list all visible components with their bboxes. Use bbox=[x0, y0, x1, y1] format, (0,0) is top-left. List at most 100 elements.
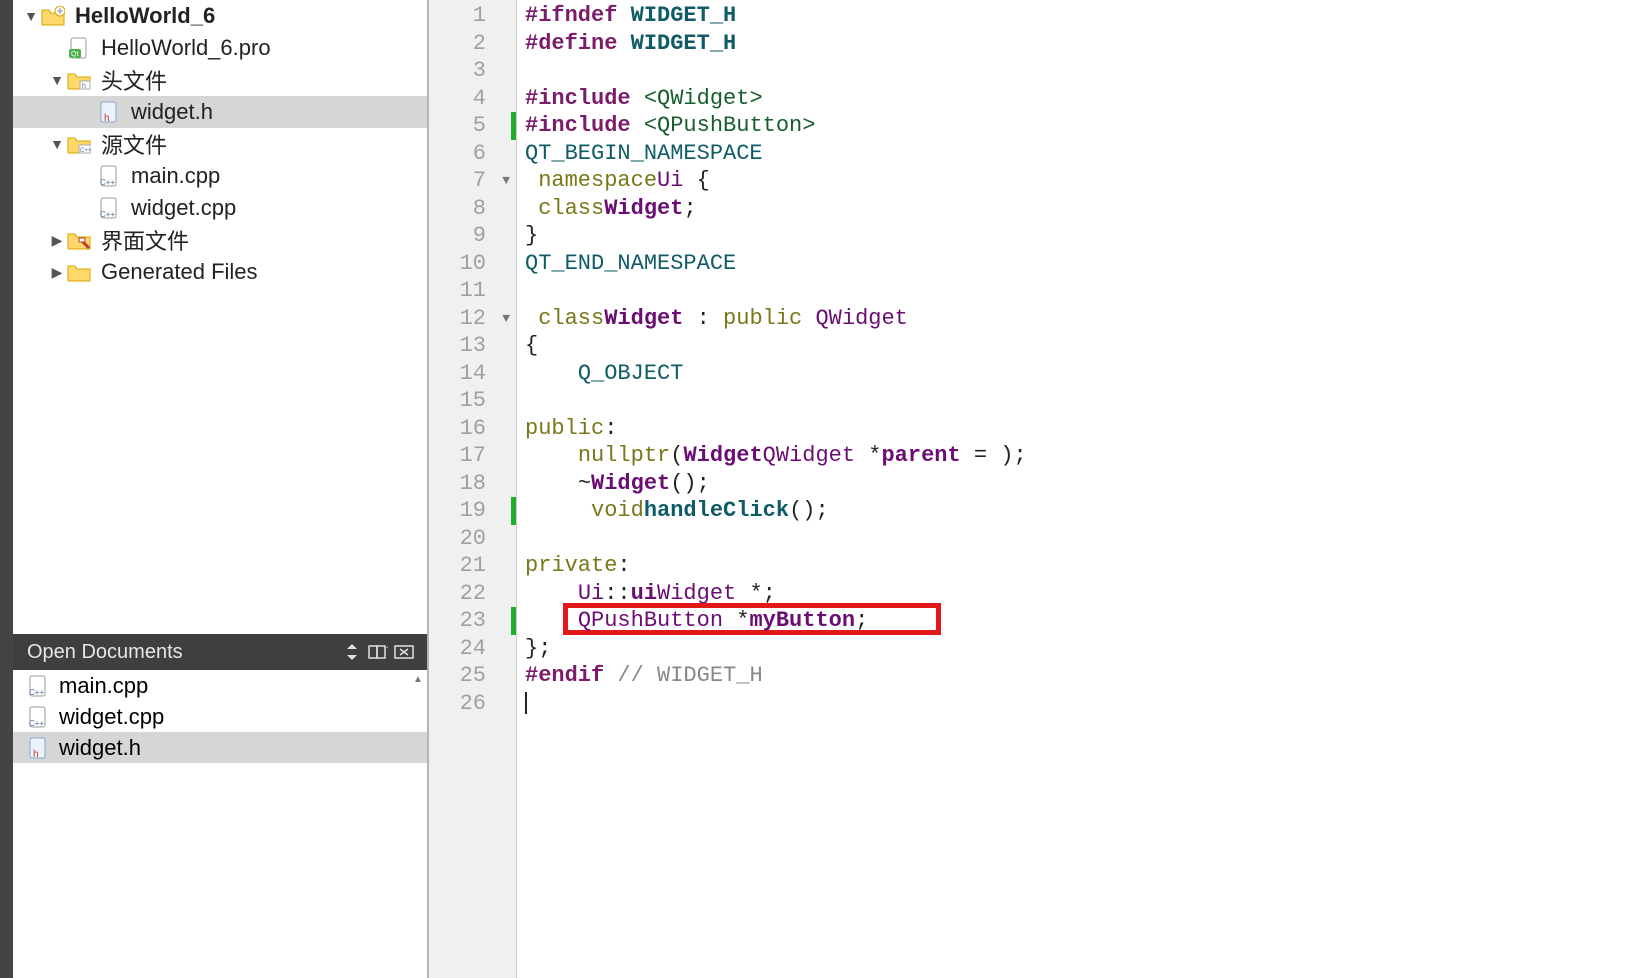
scroll-up-icon[interactable]: ▲ bbox=[409, 670, 427, 688]
code-line[interactable]: nullptr(WidgetQWidget *parent = ); bbox=[525, 442, 1637, 470]
open-doc-item[interactable]: h widget.h bbox=[13, 732, 427, 763]
code-line[interactable] bbox=[525, 525, 1637, 553]
line-number[interactable]: 11 bbox=[429, 277, 516, 305]
widget-cpp-label: widget.cpp bbox=[131, 195, 236, 221]
tree-widget-cpp[interactable]: C++ widget.cpp bbox=[13, 192, 427, 224]
code-line[interactable] bbox=[525, 277, 1637, 305]
code-line[interactable]: classWidget : public QWidget bbox=[525, 305, 1637, 333]
line-number[interactable]: 26 bbox=[429, 690, 516, 718]
code-line[interactable]: #include <QPushButton> bbox=[525, 112, 1637, 140]
svg-text:C++: C++ bbox=[100, 210, 115, 219]
tree-forms-folder[interactable]: ▶ 界面文件 bbox=[13, 224, 427, 256]
line-number[interactable]: 22 bbox=[429, 580, 516, 608]
tree-sources-folder[interactable]: ▼ C++ 源文件 bbox=[13, 128, 427, 160]
code-line[interactable] bbox=[525, 690, 1637, 718]
folder-icon: C++ bbox=[67, 133, 91, 155]
tree-pro-file[interactable]: Qt HelloWorld_6.pro bbox=[13, 32, 427, 64]
code-line[interactable]: Ui::uiWidget *; bbox=[525, 580, 1637, 608]
code-line[interactable] bbox=[525, 387, 1637, 415]
code-line[interactable] bbox=[525, 57, 1637, 85]
h-file-icon: h bbox=[97, 101, 121, 123]
tree-root[interactable]: ▼ HelloWorld_6 bbox=[13, 0, 427, 32]
line-gutter[interactable]: 1234567▼89101112▼13141516171819202122232… bbox=[429, 0, 517, 978]
line-number[interactable]: 17 bbox=[429, 442, 516, 470]
chevron-down-icon[interactable]: ▼ bbox=[47, 136, 67, 152]
svg-text:h: h bbox=[104, 113, 110, 123]
code-line[interactable]: private: bbox=[525, 552, 1637, 580]
code-line[interactable]: #endif // WIDGET_H bbox=[525, 662, 1637, 690]
line-number[interactable]: 18 bbox=[429, 470, 516, 498]
line-number[interactable]: 14 bbox=[429, 360, 516, 388]
code-line[interactable]: #include <QWidget> bbox=[525, 85, 1637, 113]
close-panel-icon[interactable] bbox=[391, 640, 417, 664]
line-number[interactable]: 13 bbox=[429, 332, 516, 360]
code-line[interactable]: }; bbox=[525, 635, 1637, 663]
project-tree[interactable]: ▼ HelloWorld_6 Qt HelloWorld_6.pro ▼ h 头… bbox=[13, 0, 427, 634]
line-number[interactable]: 19 bbox=[429, 497, 516, 525]
svg-text:+: + bbox=[386, 644, 388, 654]
chevron-right-icon[interactable]: ▶ bbox=[47, 232, 67, 249]
open-documents-list[interactable]: C++ main.cpp C++ widget.cpp h widget.h ▲ bbox=[13, 670, 427, 978]
line-number[interactable]: 15 bbox=[429, 387, 516, 415]
code-line[interactable]: } bbox=[525, 222, 1637, 250]
line-number[interactable]: 24 bbox=[429, 635, 516, 663]
chevron-down-icon[interactable]: ▼ bbox=[47, 72, 67, 88]
line-number[interactable]: 21 bbox=[429, 552, 516, 580]
text-cursor bbox=[525, 692, 527, 714]
sidebar: ▼ HelloWorld_6 Qt HelloWorld_6.pro ▼ h 头… bbox=[13, 0, 429, 978]
fold-caret-icon[interactable]: ▼ bbox=[502, 305, 510, 333]
pro-file-label: HelloWorld_6.pro bbox=[101, 35, 271, 61]
tree-main-cpp[interactable]: C++ main.cpp bbox=[13, 160, 427, 192]
scrollbar[interactable]: ▲ bbox=[409, 670, 427, 978]
line-number[interactable]: 8 bbox=[429, 195, 516, 223]
line-number[interactable]: 16 bbox=[429, 415, 516, 443]
sort-icon[interactable] bbox=[339, 640, 365, 664]
line-number[interactable]: 25 bbox=[429, 662, 516, 690]
split-add-icon[interactable]: + bbox=[365, 640, 391, 664]
line-number[interactable]: 5 bbox=[429, 112, 516, 140]
code-line[interactable]: public: bbox=[525, 415, 1637, 443]
code-line[interactable]: QPushButton *myButton; bbox=[525, 607, 1637, 635]
tree-widget-h[interactable]: h widget.h bbox=[13, 96, 427, 128]
cpp-file-icon: C++ bbox=[97, 197, 121, 219]
line-number[interactable]: 3 bbox=[429, 57, 516, 85]
line-number[interactable]: 9 bbox=[429, 222, 516, 250]
open-doc-label: widget.cpp bbox=[59, 704, 164, 730]
sources-folder-label: 源文件 bbox=[101, 128, 167, 160]
line-number[interactable]: 23 bbox=[429, 607, 516, 635]
open-doc-item[interactable]: C++ widget.cpp bbox=[13, 701, 427, 732]
cpp-file-icon: C++ bbox=[27, 675, 51, 697]
code-editor[interactable]: 1234567▼89101112▼13141516171819202122232… bbox=[429, 0, 1637, 978]
open-doc-item[interactable]: C++ main.cpp bbox=[13, 670, 427, 701]
line-number[interactable]: 4 bbox=[429, 85, 516, 113]
line-number[interactable]: 1 bbox=[429, 2, 516, 30]
folder-icon: h bbox=[67, 69, 91, 91]
svg-text:C++: C++ bbox=[29, 688, 44, 697]
line-number[interactable]: 6 bbox=[429, 140, 516, 168]
code-line[interactable]: ~Widget(); bbox=[525, 470, 1637, 498]
code-line[interactable]: Q_OBJECT bbox=[525, 360, 1637, 388]
fold-caret-icon[interactable]: ▼ bbox=[502, 167, 510, 195]
pro-file-icon: Qt bbox=[67, 37, 91, 59]
open-documents-header: Open Documents + bbox=[13, 634, 427, 670]
chevron-down-icon[interactable]: ▼ bbox=[21, 8, 41, 24]
line-number[interactable]: 10 bbox=[429, 250, 516, 278]
code-line[interactable]: QT_BEGIN_NAMESPACE bbox=[525, 140, 1637, 168]
code-line[interactable]: { bbox=[525, 332, 1637, 360]
tree-root-label: HelloWorld_6 bbox=[75, 3, 215, 29]
code-line[interactable]: voidhandleClick(); bbox=[525, 497, 1637, 525]
tree-headers-folder[interactable]: ▼ h 头文件 bbox=[13, 64, 427, 96]
code-line[interactable]: namespaceUi { bbox=[525, 167, 1637, 195]
code-line[interactable]: classWidget; bbox=[525, 195, 1637, 223]
line-number[interactable]: 2 bbox=[429, 30, 516, 58]
code-line[interactable]: #ifndef WIDGET_H bbox=[525, 2, 1637, 30]
svg-text:C++: C++ bbox=[80, 148, 91, 154]
line-number[interactable]: 20 bbox=[429, 525, 516, 553]
tree-generated-folder[interactable]: ▶ Generated Files bbox=[13, 256, 427, 288]
chevron-right-icon[interactable]: ▶ bbox=[47, 264, 67, 281]
line-number[interactable]: 12▼ bbox=[429, 305, 516, 333]
line-number[interactable]: 7▼ bbox=[429, 167, 516, 195]
code-content[interactable]: #ifndef WIDGET_H#define WIDGET_H #include… bbox=[517, 0, 1637, 978]
code-line[interactable]: #define WIDGET_H bbox=[525, 30, 1637, 58]
code-line[interactable]: QT_END_NAMESPACE bbox=[525, 250, 1637, 278]
